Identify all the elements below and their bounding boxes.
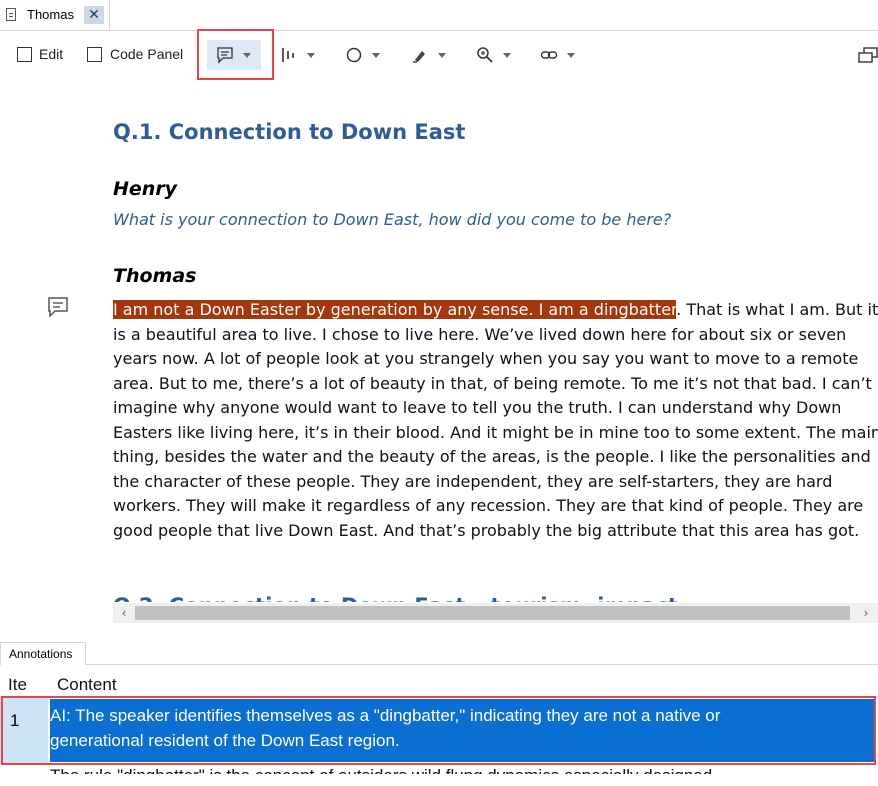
question-text: What is your connection to Down East, ho… [113, 210, 672, 229]
scroll-left-icon[interactable]: ‹ [116, 605, 132, 621]
horizontal-scrollbar[interactable]: ‹ › [113, 603, 878, 623]
paragraph-line: thing, besides the water and the beauty … [113, 447, 871, 466]
scroll-right-icon[interactable]: › [858, 605, 874, 621]
chevron-down-icon [438, 53, 446, 58]
tab-strip: Thomas ✕ [0, 0, 878, 31]
chevron-down-icon [372, 53, 380, 58]
chevron-down-icon [503, 53, 511, 58]
column-header-item[interactable]: Ite [8, 675, 27, 695]
tab-thomas[interactable]: Thomas ✕ [0, 0, 110, 30]
paragraph-line: imagine why anyone would want to leave t… [113, 398, 842, 417]
highlighter-icon [413, 51, 425, 63]
scrollbar-thumb[interactable] [135, 606, 850, 620]
chevron-down-icon [307, 53, 315, 58]
annotations-tabbar: Annotations [0, 642, 878, 665]
paragraph-line: workers. They will make it regardless of… [113, 496, 864, 515]
close-icon[interactable]: ✕ [84, 6, 104, 24]
paragraph-line: the character of these people. They are … [113, 471, 833, 491]
next-section-title: Q.2. Connection to Down East – tourism, … [113, 594, 678, 602]
paragraph-line: area. But to me, there’s a lot of beauty… [113, 373, 872, 393]
paragraph-line: Easters like living here, it’s in their … [113, 422, 878, 442]
link-button[interactable] [540, 44, 580, 68]
columns-button[interactable] [280, 44, 320, 68]
chevron-down-icon [567, 53, 575, 58]
edit-checkbox[interactable] [17, 47, 32, 62]
zoom-icon [477, 47, 493, 63]
table-row[interactable]: The rule "dingbatter" is the concept of … [50, 766, 712, 774]
selected-row-callout [1, 696, 876, 765]
columns-icon [282, 48, 294, 62]
paragraph-line: good people that live Down East. And tha… [113, 520, 860, 540]
window-icon [858, 47, 878, 63]
code-panel-label: Code Panel [110, 46, 184, 62]
answer-paragraph[interactable]: I am not a Down Easter by generation by … [113, 298, 878, 543]
paragraph-line: years now. A lot of people look at you s… [113, 349, 859, 368]
code-panel-checkbox[interactable] [87, 47, 102, 62]
circle-icon [346, 47, 362, 63]
paragraph-line: is a beautiful area to live. I chose to … [113, 324, 847, 344]
paragraph-line: I am not a Down Easter by generation by … [113, 300, 878, 319]
document-view[interactable]: Q.1. Connection to Down East Henry What … [0, 82, 878, 602]
tab-annotations[interactable]: Annotations [0, 642, 86, 665]
comment-icon[interactable] [47, 296, 69, 318]
document-icon [6, 8, 16, 21]
highlighter-button[interactable] [411, 44, 451, 68]
shape-button[interactable] [345, 44, 385, 68]
tab-title: Thomas [27, 7, 74, 22]
edit-label: Edit [39, 46, 64, 62]
link-icon [540, 51, 558, 59]
zoom-button[interactable] [476, 44, 516, 68]
column-header-content[interactable]: Content [57, 675, 117, 695]
speaker-name: Henry [113, 178, 178, 200]
window-button[interactable] [858, 44, 878, 68]
highlighted-text[interactable]: I am not a Down Easter by generation by … [113, 300, 677, 319]
comment-button-callout [197, 29, 274, 80]
speaker-name: Thomas [113, 265, 197, 287]
section-title: Q.1. Connection to Down East [113, 120, 466, 144]
